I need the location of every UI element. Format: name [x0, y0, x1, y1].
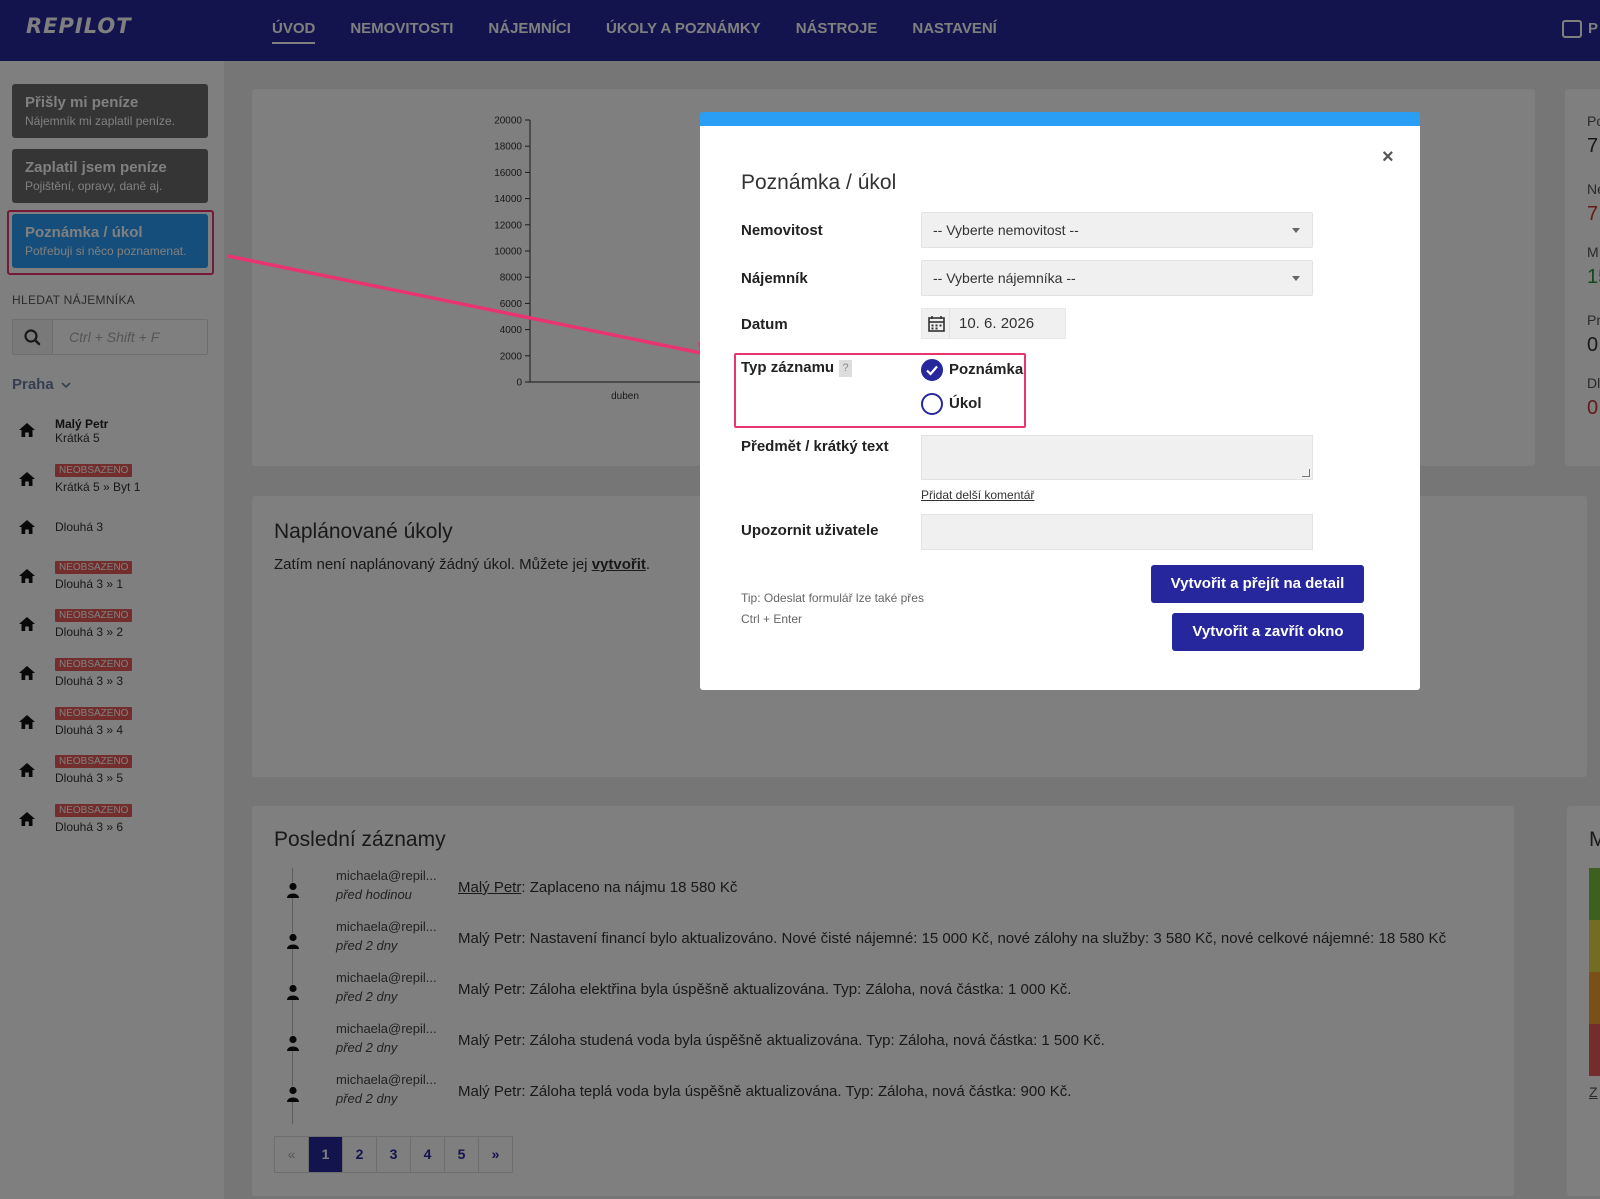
date-label: Datum — [741, 316, 788, 333]
notify-label: Upozornit uživatele — [741, 522, 879, 539]
radio-unchecked-icon — [921, 393, 943, 415]
resize-handle-icon[interactable] — [1302, 469, 1310, 477]
property-select-value: -- Vyberte nemovitost -- — [933, 222, 1079, 238]
property-select[interactable]: -- Vyberte nemovitost -- — [921, 212, 1313, 248]
caret-down-icon — [1292, 228, 1300, 233]
subject-label: Předmět / krátký text — [741, 438, 889, 455]
close-icon[interactable]: × — [1382, 146, 1394, 169]
radio-task[interactable]: Úkol — [921, 393, 1031, 417]
tenant-select-value: -- Vyberte nájemníka -- — [933, 270, 1076, 286]
radio-checked-icon — [921, 359, 943, 381]
add-comment-link[interactable]: Přidat delší komentář — [921, 488, 1034, 502]
date-input[interactable]: 10. 6. 2026 — [921, 308, 1066, 339]
record-type-text: Typ záznamu — [741, 359, 835, 376]
note-task-modal: × Poznámka / úkol Nemovitost -- Vyberte … — [700, 112, 1420, 690]
notify-users-input[interactable] — [921, 514, 1313, 550]
radio-task-label: Úkol — [949, 395, 982, 412]
create-and-detail-button[interactable]: Vytvořit a přejít na detail — [1151, 565, 1364, 603]
modal-title: Poznámka / úkol — [741, 171, 897, 194]
radio-note[interactable]: Poznámka — [921, 359, 1031, 383]
date-value: 10. 6. 2026 — [959, 315, 1035, 332]
radio-note-label: Poznámka — [949, 361, 1024, 378]
record-type-label: Typ záznamu? — [741, 359, 853, 377]
property-label: Nemovitost — [741, 222, 823, 239]
calendar-icon[interactable] — [922, 309, 950, 338]
caret-down-icon — [1292, 276, 1300, 281]
tenant-label: Nájemník — [741, 270, 808, 287]
tenant-select[interactable]: -- Vyberte nájemníka -- — [921, 260, 1313, 296]
create-and-close-button[interactable]: Vytvořit a zavřít okno — [1172, 613, 1364, 651]
submit-tip: Tip: Odeslat formulář lze také přes Ctrl… — [741, 591, 924, 626]
subject-textarea[interactable] — [921, 435, 1313, 480]
help-icon[interactable]: ? — [839, 360, 853, 377]
